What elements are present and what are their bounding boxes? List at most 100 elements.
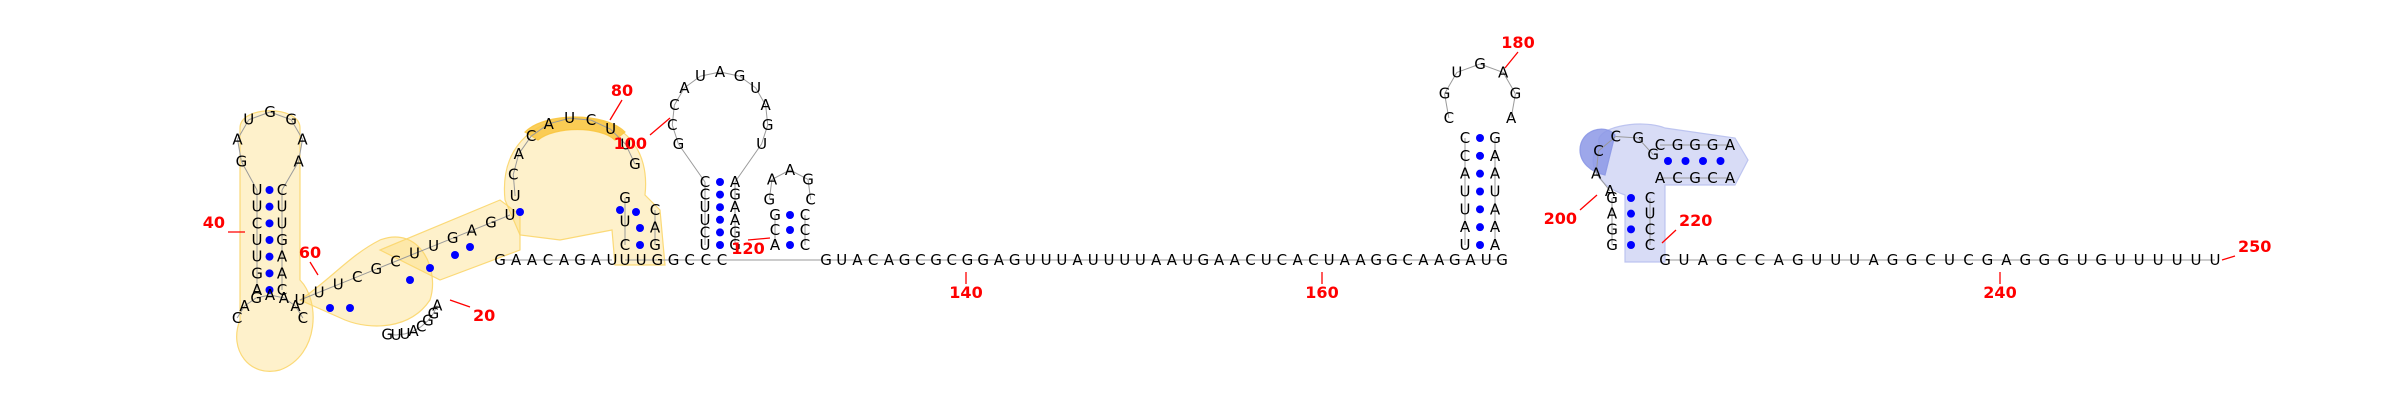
left-domain-start-nucleotide: G <box>494 251 506 269</box>
base-pair-dot <box>1627 209 1635 218</box>
end-tail-nucleotide: A <box>1868 251 1879 269</box>
base-pair-dot <box>636 224 644 232</box>
position-tick <box>1504 51 1519 69</box>
left-bottom-loop-nucleotide: A <box>265 286 276 304</box>
end-tail-nucleotide: G <box>2020 251 2032 269</box>
main-strand-nucleotide: A <box>1434 251 1445 269</box>
end-tail-nucleotide: G <box>2095 251 2107 269</box>
left-middle-stem-nucleotide: G <box>371 260 383 278</box>
end-tail-nucleotide: G <box>2038 251 2050 269</box>
left-hairpin-loop-nucleotide: G <box>236 153 248 171</box>
end-tail-nucleotide: U <box>2191 251 2202 269</box>
position-tick <box>449 299 471 308</box>
position-label-100: 100 <box>614 134 647 153</box>
pseudoknot-lower-strand-nucleotide: A <box>1655 169 1666 187</box>
base-pair-dot <box>1699 157 1707 165</box>
left-bottom-loop-nucleotide: A <box>239 297 250 315</box>
pseudoknot-stem-nucleotide: C <box>1645 189 1655 207</box>
hairpin-180-stem-nucleotide: A <box>1490 147 1501 165</box>
base-pair-dot <box>1627 225 1635 234</box>
left-multiloop-nucleotide: C <box>526 127 536 145</box>
left-middle-stem-nucleotide: G <box>447 229 459 247</box>
main-strand-nucleotide: U <box>636 251 647 269</box>
base-pair-dot <box>716 203 724 212</box>
left-bottom-loop-nucleotide: A <box>279 289 290 307</box>
end-tail-nucleotide: U <box>2134 251 2145 269</box>
base-pair-dot <box>346 304 354 312</box>
hairpin-180-loop-nucleotide: G <box>1474 55 1486 73</box>
hairpin-180-stem-nucleotide: G <box>1489 129 1501 147</box>
hairpin-180-stem-nucleotide: U <box>1460 236 1471 254</box>
left-hairpin-stem-nucleotide: U <box>252 198 263 216</box>
pseudoknot-stem-nucleotide: C <box>1645 236 1655 254</box>
main-strand-nucleotide: U <box>1261 251 1272 269</box>
pseudoknot-lower-strand-nucleotide: A <box>1725 169 1736 187</box>
position-label-120: 120 <box>731 239 764 258</box>
main-strand-nucleotide: G <box>652 251 664 269</box>
hairpin-100-loop-nucleotide: U <box>756 135 767 153</box>
hairpin-100-loop-nucleotide: A <box>715 63 726 81</box>
left-multiloop-nucleotide: U <box>510 187 521 205</box>
end-tail-nucleotide: U <box>1830 251 1841 269</box>
hairpin-120-stem-nucleotide: C <box>800 206 810 224</box>
base-pair-dot <box>1476 134 1484 142</box>
end-tail-nucleotide: G <box>1982 251 1994 269</box>
position-label-160: 160 <box>1305 283 1338 302</box>
pseudoknot-upper-strand-nucleotide: A <box>1725 136 1736 154</box>
pseudoknot-upper-strand-nucleotide: G <box>1672 136 1684 154</box>
hairpin-180-stem-nucleotide: A <box>1490 236 1501 254</box>
base-pair-dot <box>1476 205 1484 214</box>
left-middle-stem-nucleotide: U <box>295 291 306 309</box>
left-hairpin-stem-nucleotide: G <box>276 231 288 249</box>
base-pair-dot <box>265 269 274 278</box>
hairpin-100-loop-nucleotide: G <box>734 67 746 85</box>
end-tail-nucleotide: A <box>1774 251 1785 269</box>
left-multiloop-nucleotide: C <box>508 166 518 184</box>
main-strand-nucleotide: U <box>1056 251 1067 269</box>
position-label-180: 180 <box>1501 33 1534 52</box>
end-tail-nucleotide: C <box>1736 251 1746 269</box>
left-hairpin-stem-nucleotide: C <box>252 214 262 232</box>
hairpin-100-stem-nucleotide: A <box>730 173 741 191</box>
pseudoknot-lower-strand-nucleotide: C <box>1672 169 1682 187</box>
end-tail-nucleotide: U <box>1944 251 1955 269</box>
position-label-20: 20 <box>473 306 495 325</box>
left-hairpin-stem-nucleotide: U <box>252 181 263 199</box>
base-pair-dot <box>716 215 724 224</box>
main-strand-nucleotide: A <box>852 251 863 269</box>
position-label-140: 140 <box>949 283 982 302</box>
main-strand-nucleotide: A <box>1355 251 1366 269</box>
base-pair-dot <box>1476 241 1484 249</box>
base-pair-dot <box>326 304 334 312</box>
left-hairpin-stem-nucleotide: A <box>277 264 288 282</box>
left-middle-stem-nucleotide: G <box>485 214 497 232</box>
hairpin-120-loop-nucleotide: G <box>802 170 814 188</box>
end-tail-nucleotide: U <box>2172 251 2183 269</box>
hairpin-120-loop-nucleotide: C <box>805 191 815 209</box>
end-tail-nucleotide: G <box>2057 251 2069 269</box>
base-pair-dot <box>1476 151 1484 160</box>
hairpin-100-loop-nucleotide: A <box>679 79 690 97</box>
hairpin-180-stem-nucleotide: A <box>1490 218 1501 236</box>
position-label-60: 60 <box>299 243 321 262</box>
left-hairpin-loop-nucleotide: G <box>264 103 276 121</box>
highlight-left-hairpin <box>236 110 314 372</box>
end-tail-nucleotide: C <box>1963 251 1973 269</box>
hairpin-180-loop-nucleotide: G <box>1439 85 1451 103</box>
end-tail-nucleotide: U <box>1811 251 1822 269</box>
base-pair-dot <box>451 251 459 259</box>
left-middle-stem-nucleotide: A <box>467 221 478 239</box>
left-hairpin-loop-nucleotide: U <box>243 111 254 129</box>
end-tail-nucleotide: G <box>1792 251 1804 269</box>
main-strand-nucleotide: U <box>1103 251 1114 269</box>
position-label-40: 40 <box>203 213 225 232</box>
pseudoknot-lower-strand-nucleotide: C <box>1707 169 1717 187</box>
main-strand-nucleotide: U <box>1324 251 1335 269</box>
pseudoknot-loop-nucleotide: A <box>1605 182 1616 200</box>
left-domain-start-nucleotide: A <box>559 251 570 269</box>
hairpin-180-loop-nucleotide: A <box>1506 109 1517 127</box>
hairpin-180-stem-nucleotide: A <box>1460 218 1471 236</box>
main-strand-nucleotide: A <box>1292 251 1303 269</box>
left-middle-stem-nucleotide: C <box>390 252 400 270</box>
base-pair-dot <box>1627 241 1635 249</box>
